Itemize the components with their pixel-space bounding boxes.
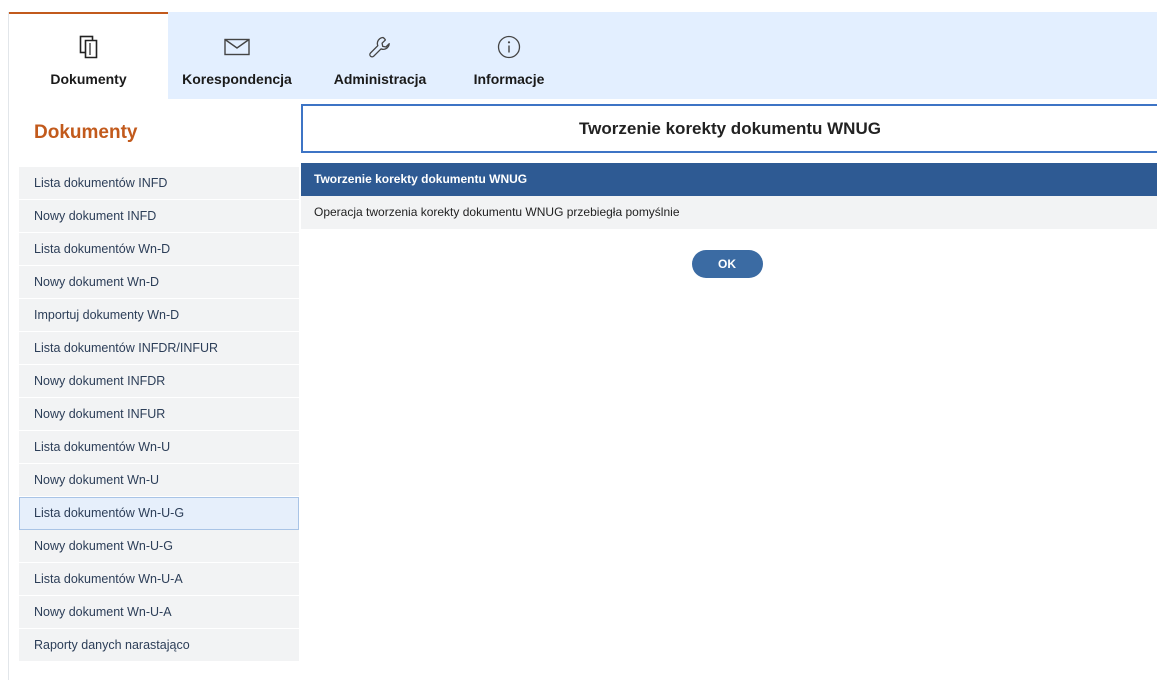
sidebar-item-importuj-wn-d[interactable]: Importuj dokumenty Wn-D	[19, 299, 299, 332]
page-left-border	[8, 12, 9, 680]
sidebar-item-lista-wn-u[interactable]: Lista dokumentów Wn-U	[19, 431, 299, 464]
sidebar-item-nowy-wn-u-g[interactable]: Nowy dokument Wn-U-G	[19, 530, 299, 563]
tab-label: Informacje	[473, 71, 545, 87]
success-message: Operacja tworzenia korekty dokumentu WNU…	[301, 196, 1157, 229]
top-navigation: Dokumenty Korespondencja Administracja I…	[9, 12, 1157, 99]
tab-administracja[interactable]: Administracja	[306, 12, 454, 99]
panel-header: Tworzenie korekty dokumentu WNUG	[301, 163, 1157, 196]
sidebar-item-nowy-wn-u-a[interactable]: Nowy dokument Wn-U-A	[19, 596, 299, 629]
tab-korespondencja[interactable]: Korespondencja	[168, 12, 306, 99]
tab-label: Korespondencja	[182, 71, 292, 87]
tab-informacje[interactable]: Informacje	[454, 12, 564, 99]
sidebar-item-nowy-wn-u[interactable]: Nowy dokument Wn-U	[19, 464, 299, 497]
wrench-icon	[367, 34, 393, 60]
result-panel: Tworzenie korekty dokumentu WNUG Operacj…	[301, 163, 1157, 229]
sidebar-title: Dokumenty	[34, 122, 138, 143]
sidebar-item-lista-infd[interactable]: Lista dokumentów INFD	[19, 167, 299, 200]
documents-icon	[76, 34, 102, 60]
sidebar-item-nowy-wn-d[interactable]: Nowy dokument Wn-D	[19, 266, 299, 299]
sidebar-item-lista-wn-u-g[interactable]: Lista dokumentów Wn-U-G	[19, 497, 299, 530]
sidebar-item-lista-wn-u-a[interactable]: Lista dokumentów Wn-U-A	[19, 563, 299, 596]
sidebar-item-raporty[interactable]: Raporty danych narastająco	[19, 629, 299, 662]
ok-button[interactable]: OK	[691, 250, 763, 278]
main-content: Tworzenie korekty dokumentu WNUG Tworzen…	[301, 104, 1157, 278]
info-icon	[496, 34, 522, 60]
sidebar-item-nowy-infur[interactable]: Nowy dokument INFUR	[19, 398, 299, 431]
tab-label: Administracja	[333, 71, 427, 87]
tab-dokumenty[interactable]: Dokumenty	[9, 12, 168, 99]
sidebar-item-lista-infdr-infur[interactable]: Lista dokumentów INFDR/INFUR	[19, 332, 299, 365]
tab-label: Dokumenty	[50, 71, 127, 87]
sidebar-menu: Lista dokumentów INFD Nowy dokument INFD…	[19, 167, 299, 662]
sidebar: Dokumenty Lista dokumentów INFD Nowy dok…	[19, 110, 299, 662]
sidebar-item-nowy-infdr[interactable]: Nowy dokument INFDR	[19, 365, 299, 398]
envelope-icon	[224, 34, 250, 60]
page-title: Tworzenie korekty dokumentu WNUG	[301, 104, 1157, 153]
sidebar-item-nowy-infd[interactable]: Nowy dokument INFD	[19, 200, 299, 233]
sidebar-item-lista-wn-d[interactable]: Lista dokumentów Wn-D	[19, 233, 299, 266]
